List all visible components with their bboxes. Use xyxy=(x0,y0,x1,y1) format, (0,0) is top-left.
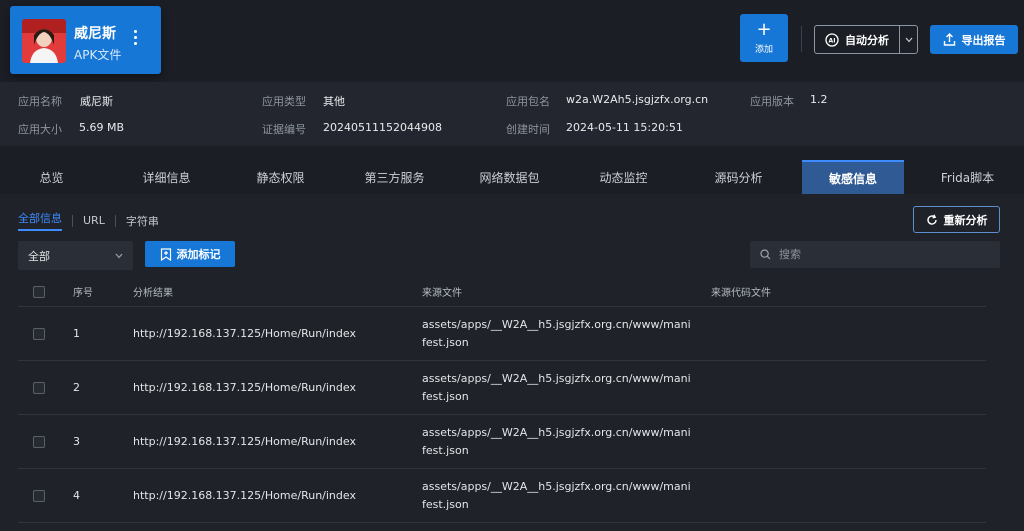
row-checkbox[interactable] xyxy=(33,381,45,394)
subtabs: 全部信息 URL 字符串 xyxy=(18,210,159,231)
info-value: 1.2 xyxy=(810,93,828,106)
row-source: assets/apps/__W2A__h5.jsgjzfx.org.cn/www… xyxy=(422,317,691,349)
main-tabs: 总览 详细信息 静态权限 第三方服务 网络数据包 动态监控 源码分析 敏感信息 … xyxy=(0,160,1024,194)
tab-details[interactable]: 详细信息 xyxy=(115,160,218,194)
header-result: 分析结果 xyxy=(133,288,173,299)
row-source: assets/apps/__W2A__h5.jsgjzfx.org.cn/www… xyxy=(422,371,691,403)
upload-icon xyxy=(943,33,955,46)
add-tag-label: 添加标记 xyxy=(176,248,221,261)
app-info-panel: 应用名称 威尼斯 应用类型 其他 应用包名 w2a.W2Ah5.jsgjzfx.… xyxy=(0,82,1024,146)
tab-third-party[interactable]: 第三方服务 xyxy=(343,160,446,194)
tab-overview[interactable]: 总览 xyxy=(0,160,103,194)
row-result: http://192.168.137.125/Home/Run/index xyxy=(133,381,356,394)
header-code-file: 来源代码文件 xyxy=(711,288,771,299)
info-created: 创建时间 2024-05-11 15:20:51 xyxy=(506,121,683,137)
info-label: 应用类型 xyxy=(262,95,306,108)
filter-select-value: 全部 xyxy=(28,249,50,263)
app-type: APK文件 xyxy=(74,48,122,62)
table-row: 3 http://192.168.137.125/Home/Run/index … xyxy=(18,415,986,469)
search-box xyxy=(750,241,1000,268)
subtab-divider xyxy=(114,214,116,227)
export-report-label: 导出报告 xyxy=(961,33,1006,47)
row-index: 1 xyxy=(73,327,80,340)
subtab-strings[interactable]: 字符串 xyxy=(126,213,159,229)
tab-source-analysis[interactable]: 源码分析 xyxy=(687,160,790,194)
chevron-down-icon xyxy=(905,37,912,42)
row-source: assets/apps/__W2A__h5.jsgjzfx.org.cn/www… xyxy=(422,479,691,511)
filter-select[interactable]: 全部 xyxy=(18,241,133,270)
auto-analysis-label: 自动分析 xyxy=(845,33,889,47)
table-header: 序号 分析结果 来源文件 来源代码文件 xyxy=(18,277,986,307)
svg-text:AI: AI xyxy=(829,37,836,44)
info-value: 5.69 MB xyxy=(79,121,125,134)
info-value: w2a.W2Ah5.jsgjzfx.org.cn xyxy=(566,93,709,106)
info-label: 应用包名 xyxy=(506,95,550,108)
tab-dynamic-monitor[interactable]: 动态监控 xyxy=(572,160,675,194)
app-card[interactable]: 威尼斯 APK文件 xyxy=(10,6,161,74)
export-report-button[interactable]: 导出报告 xyxy=(930,25,1018,54)
row-checkbox[interactable] xyxy=(33,435,45,448)
info-value: 其他 xyxy=(323,95,345,108)
reanalyze-button[interactable]: 重新分析 xyxy=(913,206,1000,233)
info-version: 应用版本 1.2 xyxy=(750,93,828,109)
chevron-down-icon xyxy=(115,253,123,258)
row-result: http://192.168.137.125/Home/Run/index xyxy=(133,327,356,340)
subtab-url[interactable]: URL xyxy=(83,214,105,227)
row-result: http://192.168.137.125/Home/Run/index xyxy=(133,489,356,502)
row-result: http://192.168.137.125/Home/Run/index xyxy=(133,435,356,448)
auto-analysis-button[interactable]: AI 自动分析 xyxy=(814,25,918,54)
search-input[interactable] xyxy=(779,248,979,261)
info-label: 应用大小 xyxy=(18,123,62,136)
row-source: assets/apps/__W2A__h5.jsgjzfx.org.cn/www… xyxy=(422,425,691,457)
header-source: 来源文件 xyxy=(422,288,462,299)
row-index: 4 xyxy=(73,489,80,502)
header: 威尼斯 APK文件 + 添加 AI 自动分析 导出报告 xyxy=(0,0,1024,82)
info-app-type: 应用类型 其他 xyxy=(262,93,345,109)
app-avatar xyxy=(22,19,66,63)
tab-frida-script[interactable]: Frida脚本 xyxy=(916,160,1019,194)
app-name: 威尼斯 xyxy=(74,26,116,42)
auto-analysis-dropdown[interactable] xyxy=(899,26,917,53)
info-value: 20240511152044908 xyxy=(323,121,442,134)
refresh-icon xyxy=(926,214,937,225)
select-all-checkbox[interactable] xyxy=(33,285,45,298)
info-cert: 证据编号 20240511152044908 xyxy=(262,121,442,137)
info-package: 应用包名 w2a.W2Ah5.jsgjzfx.org.cn xyxy=(506,93,708,109)
info-app-name: 应用名称 威尼斯 xyxy=(18,93,113,109)
info-label: 应用名称 xyxy=(18,95,62,108)
info-label: 应用版本 xyxy=(750,95,794,108)
table-row: 1 http://192.168.137.125/Home/Run/index … xyxy=(18,307,986,361)
info-label: 创建时间 xyxy=(506,123,550,136)
row-index: 2 xyxy=(73,381,80,394)
reanalyze-label: 重新分析 xyxy=(943,213,988,227)
bookmark-add-icon xyxy=(160,247,171,261)
subtab-divider xyxy=(72,214,73,227)
tab-network-packets[interactable]: 网络数据包 xyxy=(458,160,561,194)
sensitive-info-panel: 全部信息 URL 字符串 重新分析 全部 添加标记 序号 xyxy=(0,194,1024,531)
table-row: 4 http://192.168.137.125/Home/Run/index … xyxy=(18,469,986,523)
more-vertical-icon[interactable] xyxy=(132,30,138,50)
table-row: 2 http://192.168.137.125/Home/Run/index … xyxy=(18,361,986,415)
plus-icon: + xyxy=(756,19,772,40)
subtab-all[interactable]: 全部信息 xyxy=(18,210,62,231)
tab-sensitive-info[interactable]: 敏感信息 xyxy=(802,160,904,194)
tab-static-permissions[interactable]: 静态权限 xyxy=(229,160,332,194)
search-icon xyxy=(760,249,771,260)
header-index: 序号 xyxy=(73,288,93,299)
add-tag-button[interactable]: 添加标记 xyxy=(145,241,235,267)
info-value: 2024-05-11 15:20:51 xyxy=(566,121,683,134)
row-index: 3 xyxy=(73,435,80,448)
toolbar-divider xyxy=(801,26,802,52)
info-label: 证据编号 xyxy=(262,123,306,136)
row-checkbox[interactable] xyxy=(33,489,45,502)
add-button[interactable]: + 添加 xyxy=(740,14,788,62)
results-table: 序号 分析结果 来源文件 来源代码文件 1 http://192.168.137… xyxy=(18,277,986,523)
row-checkbox[interactable] xyxy=(33,327,45,340)
info-size: 应用大小 5.69 MB xyxy=(18,121,124,137)
add-button-label: 添加 xyxy=(754,45,773,55)
info-value: 威尼斯 xyxy=(80,95,113,108)
auto-analysis-icon: AI xyxy=(825,32,839,47)
